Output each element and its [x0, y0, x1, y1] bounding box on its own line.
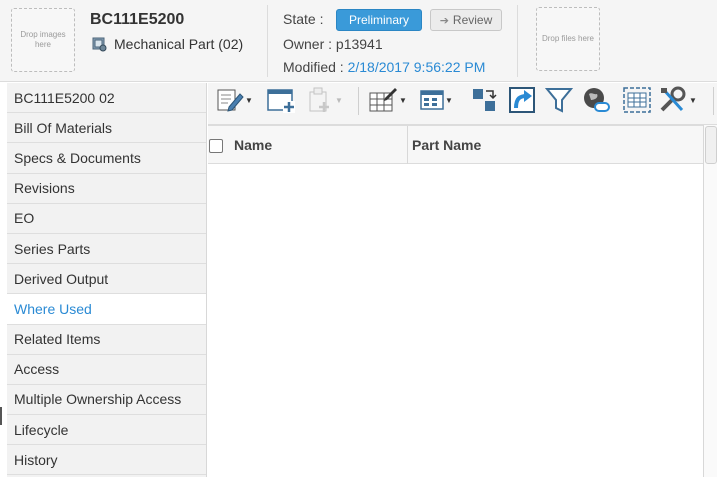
- vertical-scrollbar[interactable]: [703, 125, 717, 477]
- sidebar-item-multiple-ownership-access[interactable]: Multiple Ownership Access: [7, 385, 206, 416]
- sidebar-item-where-used[interactable]: Where Used: [7, 294, 206, 325]
- drop-files-zone[interactable]: Drop files here: [536, 7, 600, 71]
- sidebar-item-eo[interactable]: EO: [7, 204, 206, 234]
- header-divider: [517, 5, 518, 77]
- sidebar-item-revision[interactable]: BC111E5200 02: [7, 83, 206, 114]
- chevron-down-icon: ▼: [245, 95, 253, 105]
- chevron-down-icon: ▼: [445, 95, 453, 105]
- table-edit-icon: [368, 86, 398, 114]
- sidebar-item-revisions[interactable]: Revisions: [7, 174, 206, 204]
- header-divider: [267, 5, 268, 77]
- sidebar-item-access[interactable]: Access: [7, 355, 206, 385]
- arrow-right-icon: ➔: [439, 14, 449, 27]
- window-edge-mark: [0, 407, 2, 425]
- part-type: Mechanical Part (02): [92, 36, 243, 52]
- table-edit-button[interactable]: ▼: [368, 85, 407, 115]
- chevron-down-icon: ▼: [399, 95, 407, 105]
- column-divider[interactable]: [407, 126, 408, 164]
- state-preliminary-button[interactable]: Preliminary: [336, 9, 422, 31]
- sidebar-item-lifecycle[interactable]: Lifecycle: [7, 415, 206, 446]
- sidebar-item-history[interactable]: History: [7, 445, 206, 476]
- edit-icon: [216, 87, 244, 113]
- sidebar-nav: BC111E5200 02 Bill Of Materials Specs & …: [7, 83, 207, 477]
- sidebar-item-bill-of-materials[interactable]: Bill Of Materials: [7, 113, 206, 144]
- sidebar-item-specs-documents[interactable]: Specs & Documents: [7, 143, 206, 174]
- scrollbar-top-handle[interactable]: [705, 126, 717, 164]
- owner-text: Owner : p13941: [283, 36, 383, 52]
- select-table-icon: [622, 86, 652, 114]
- redirect-button[interactable]: [508, 85, 536, 115]
- new-window-icon: [266, 86, 296, 114]
- mechanical-part-icon: [92, 37, 107, 52]
- toolbar-divider: [358, 87, 359, 115]
- view-grid-icon: [420, 88, 444, 112]
- select-all-checkbox[interactable]: [209, 139, 223, 153]
- where-used-table: Name Part Name: [208, 125, 717, 477]
- tools-icon: [658, 86, 688, 114]
- redirect-icon: [508, 86, 536, 114]
- add-disabled-icon: [306, 86, 334, 114]
- promote-review-button[interactable]: ➔ Review: [430, 9, 502, 31]
- new-window-button[interactable]: [266, 85, 296, 115]
- move-button[interactable]: [470, 85, 498, 115]
- modified-date: 2/18/2017 9:56:22 PM: [347, 59, 486, 75]
- toolbar-divider: [713, 87, 714, 115]
- select-table-button[interactable]: [622, 85, 652, 115]
- state-label: State :: [283, 11, 324, 27]
- web-link-button[interactable]: [582, 85, 612, 115]
- item-header: Drop images here BC111E5200 Mechanical P…: [0, 0, 717, 82]
- view-grid-button[interactable]: ▼: [420, 85, 453, 115]
- sidebar-item-derived-output[interactable]: Derived Output: [7, 264, 206, 295]
- sidebar-item-related-items[interactable]: Related Items: [7, 325, 206, 355]
- toolbar: ▼ ▼ ▼ ▼ ▼: [208, 83, 717, 125]
- sidebar-item-series-parts[interactable]: Series Parts: [7, 234, 206, 265]
- column-header-part-name[interactable]: Part Name: [412, 126, 481, 164]
- filter-button[interactable]: [545, 85, 573, 115]
- drop-images-zone[interactable]: Drop images here: [11, 8, 75, 72]
- table-header: Name Part Name: [208, 125, 703, 164]
- column-header-name[interactable]: Name: [234, 126, 272, 164]
- web-link-icon: [582, 86, 612, 114]
- tools-button[interactable]: ▼: [658, 85, 697, 115]
- chevron-down-icon: ▼: [335, 95, 343, 105]
- filter-icon: [545, 86, 573, 114]
- review-label: Review: [452, 13, 493, 27]
- modified-text: Modified : 2/18/2017 9:56:22 PM: [283, 59, 485, 75]
- modified-label: Modified :: [283, 59, 348, 75]
- chevron-down-icon: ▼: [689, 95, 697, 105]
- add-existing-button: ▼: [306, 85, 343, 115]
- part-number-title: BC111E5200: [90, 11, 185, 28]
- part-type-label: Mechanical Part (02): [114, 36, 244, 52]
- edit-button[interactable]: ▼: [216, 85, 253, 115]
- move-icon: [470, 86, 498, 114]
